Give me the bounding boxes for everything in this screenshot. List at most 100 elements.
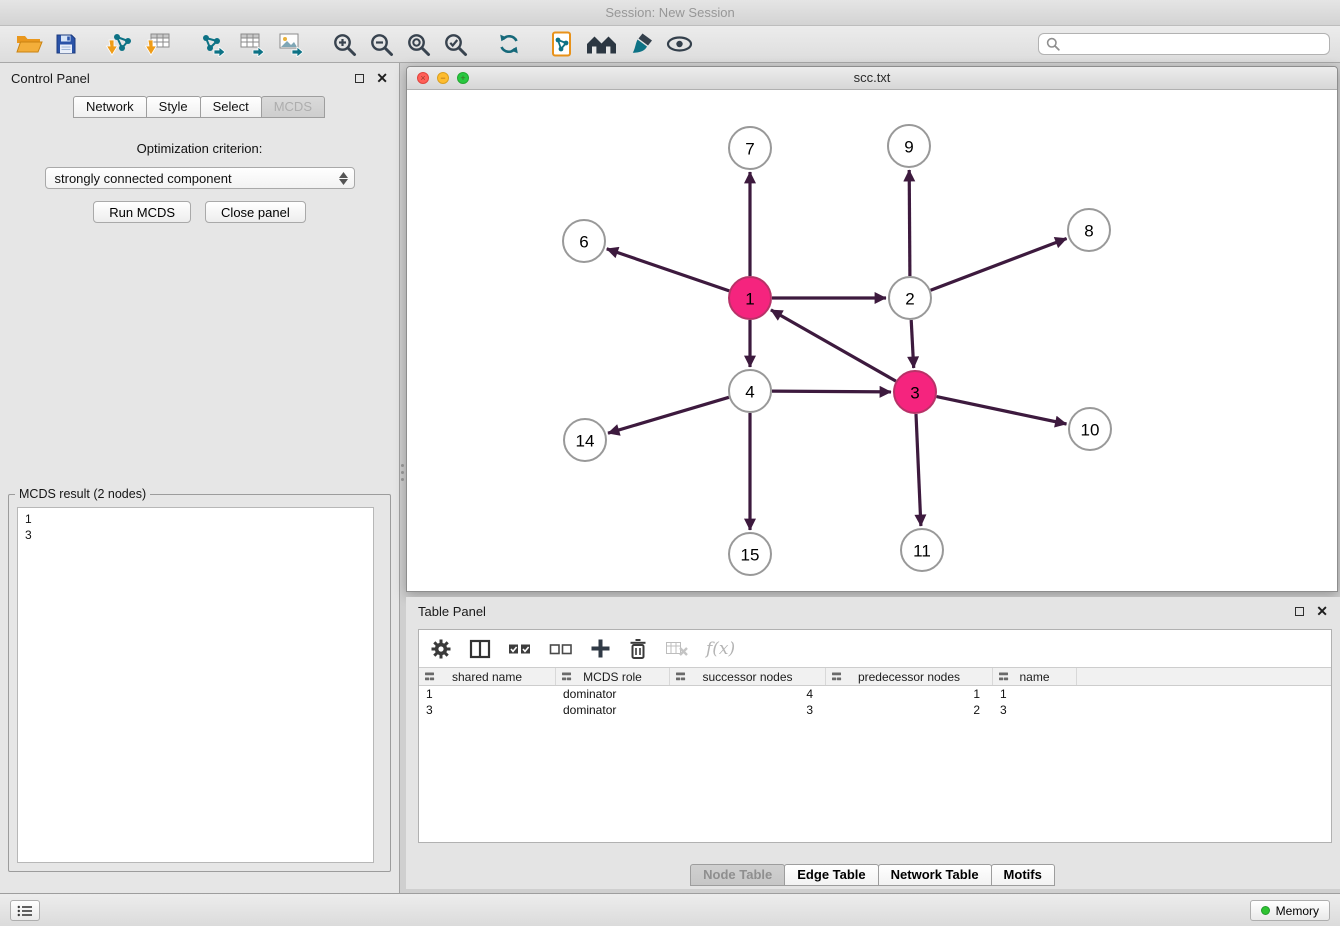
- edge-3-1[interactable]: [771, 310, 896, 381]
- save-session-button[interactable]: [52, 31, 80, 57]
- column-header-shared-name[interactable]: shared name: [419, 668, 556, 685]
- search-input[interactable]: [1065, 37, 1322, 52]
- split-panel-icon: [469, 639, 491, 659]
- zoom-out-button[interactable]: [366, 30, 397, 59]
- graph-node-6[interactable]: 6: [563, 220, 605, 262]
- tab-node-table[interactable]: Node Table: [690, 864, 785, 886]
- refresh-layout-button[interactable]: [493, 29, 525, 59]
- graph-node-14[interactable]: 14: [564, 419, 606, 461]
- tab-network-table[interactable]: Network Table: [878, 864, 992, 886]
- graph-node-7[interactable]: 7: [729, 127, 771, 169]
- control-panel: Control Panel ✕ NetworkStyleSelectMCDS O…: [0, 63, 400, 893]
- network-window: × − + scc.txt 7 9 6 8 1 2 4 3 14 10 15 11: [406, 66, 1338, 592]
- memory-status-icon: [1261, 906, 1270, 915]
- search-field[interactable]: [1038, 33, 1330, 55]
- column-label: predecessor nodes: [858, 670, 960, 684]
- table-row[interactable]: 1dominator411: [419, 686, 1331, 702]
- column-header-successor-nodes[interactable]: successor nodes: [670, 668, 826, 685]
- edge-4-14[interactable]: [608, 397, 729, 433]
- graph-node-9[interactable]: 9: [888, 125, 930, 167]
- tab-edge-table[interactable]: Edge Table: [784, 864, 878, 886]
- show-hide-button[interactable]: [663, 32, 696, 56]
- close-panel-icon[interactable]: ✕: [376, 71, 388, 85]
- close-table-panel-icon[interactable]: ✕: [1316, 604, 1328, 618]
- titlebar: Session: New Session: [0, 0, 1340, 26]
- column-header-predecessor-nodes[interactable]: predecessor nodes: [826, 668, 993, 685]
- result-item[interactable]: 3: [25, 527, 366, 543]
- zoom-fit-button[interactable]: [403, 30, 434, 59]
- deselect-all-button[interactable]: [549, 642, 573, 656]
- edge-3-10[interactable]: [937, 397, 1067, 424]
- network-canvas[interactable]: 7 9 6 8 1 2 4 3 14 10 15 11: [407, 90, 1337, 591]
- zoom-in-button[interactable]: [329, 30, 360, 59]
- control-panel-title: Control Panel: [11, 71, 90, 86]
- delete-table-button[interactable]: [665, 640, 689, 658]
- run-mcds-button[interactable]: Run MCDS: [93, 201, 191, 223]
- save-session-icon: [55, 33, 77, 55]
- delete-column-icon: [628, 638, 648, 660]
- graph-node-11[interactable]: 11: [901, 529, 943, 571]
- svg-text:4: 4: [745, 383, 754, 402]
- export-table-button[interactable]: [235, 30, 268, 59]
- mcds-result-list[interactable]: 13: [17, 507, 374, 863]
- first-neighbors-button[interactable]: [583, 31, 620, 57]
- graph-node-10[interactable]: 10: [1069, 408, 1111, 450]
- panel-menu-button[interactable]: [10, 900, 40, 921]
- close-panel-button[interactable]: Close panel: [205, 201, 306, 223]
- edge-4-3[interactable]: [772, 391, 891, 392]
- function-builder-button[interactable]: f(x): [706, 639, 735, 659]
- style-brush-button[interactable]: [626, 30, 657, 58]
- style-brush-icon: [629, 32, 654, 56]
- tab-style[interactable]: Style: [146, 96, 201, 118]
- memory-button[interactable]: Memory: [1250, 900, 1330, 921]
- svg-text:1: 1: [745, 290, 754, 309]
- import-table-button[interactable]: [141, 30, 174, 59]
- add-column-button[interactable]: [590, 638, 611, 659]
- graph-node-3[interactable]: 3: [894, 371, 936, 413]
- result-item[interactable]: 1: [25, 511, 366, 527]
- open-session-button[interactable]: [13, 31, 46, 57]
- tab-mcds[interactable]: MCDS: [261, 96, 325, 118]
- float-panel-icon[interactable]: [355, 74, 364, 83]
- delete-column-button[interactable]: [628, 638, 648, 660]
- zoom-in-icon: [332, 32, 357, 57]
- graph-node-15[interactable]: 15: [729, 533, 771, 575]
- table-cell: 3: [419, 703, 556, 717]
- edge-3-11[interactable]: [916, 414, 921, 526]
- export-image-button[interactable]: [274, 30, 307, 59]
- column-header-name[interactable]: name: [993, 668, 1077, 685]
- edge-1-6[interactable]: [607, 249, 730, 291]
- table-cell: dominator: [556, 687, 670, 701]
- import-network-button[interactable]: [102, 30, 135, 59]
- column-header-mcds-role[interactable]: MCDS role: [556, 668, 670, 685]
- export-table-icon: [238, 32, 265, 57]
- graph-node-4[interactable]: 4: [729, 370, 771, 412]
- table-body: 1dominator4113dominator323: [419, 686, 1331, 718]
- panel-splitter-handle[interactable]: [399, 455, 405, 489]
- split-panel-button[interactable]: [469, 639, 491, 659]
- settings-gear-button[interactable]: [430, 638, 452, 660]
- zoom-selected-button[interactable]: [440, 30, 471, 59]
- edge-2-9[interactable]: [909, 170, 910, 276]
- maximize-window-icon[interactable]: +: [457, 72, 469, 84]
- export-network-button[interactable]: [196, 30, 229, 59]
- minimize-window-icon[interactable]: −: [437, 72, 449, 84]
- select-all-button[interactable]: [508, 642, 532, 656]
- graph-node-1[interactable]: 1: [729, 277, 771, 319]
- graph-node-8[interactable]: 8: [1068, 209, 1110, 251]
- tab-motifs[interactable]: Motifs: [991, 864, 1055, 886]
- edge-2-3[interactable]: [911, 320, 914, 368]
- network-from-selection-button[interactable]: [547, 29, 577, 60]
- close-window-icon[interactable]: ×: [417, 72, 429, 84]
- graph-node-2[interactable]: 2: [889, 277, 931, 319]
- float-table-panel-icon[interactable]: [1295, 607, 1304, 616]
- edge-2-8[interactable]: [931, 239, 1067, 291]
- criterion-dropdown[interactable]: strongly connected component: [45, 167, 355, 189]
- svg-text:8: 8: [1084, 222, 1093, 241]
- list-icon: [17, 905, 33, 917]
- table-row[interactable]: 3dominator323: [419, 702, 1331, 718]
- tab-network[interactable]: Network: [73, 96, 147, 118]
- table-cell: 1: [993, 687, 1077, 701]
- network-window-titlebar[interactable]: × − + scc.txt: [407, 67, 1337, 90]
- tab-select[interactable]: Select: [200, 96, 262, 118]
